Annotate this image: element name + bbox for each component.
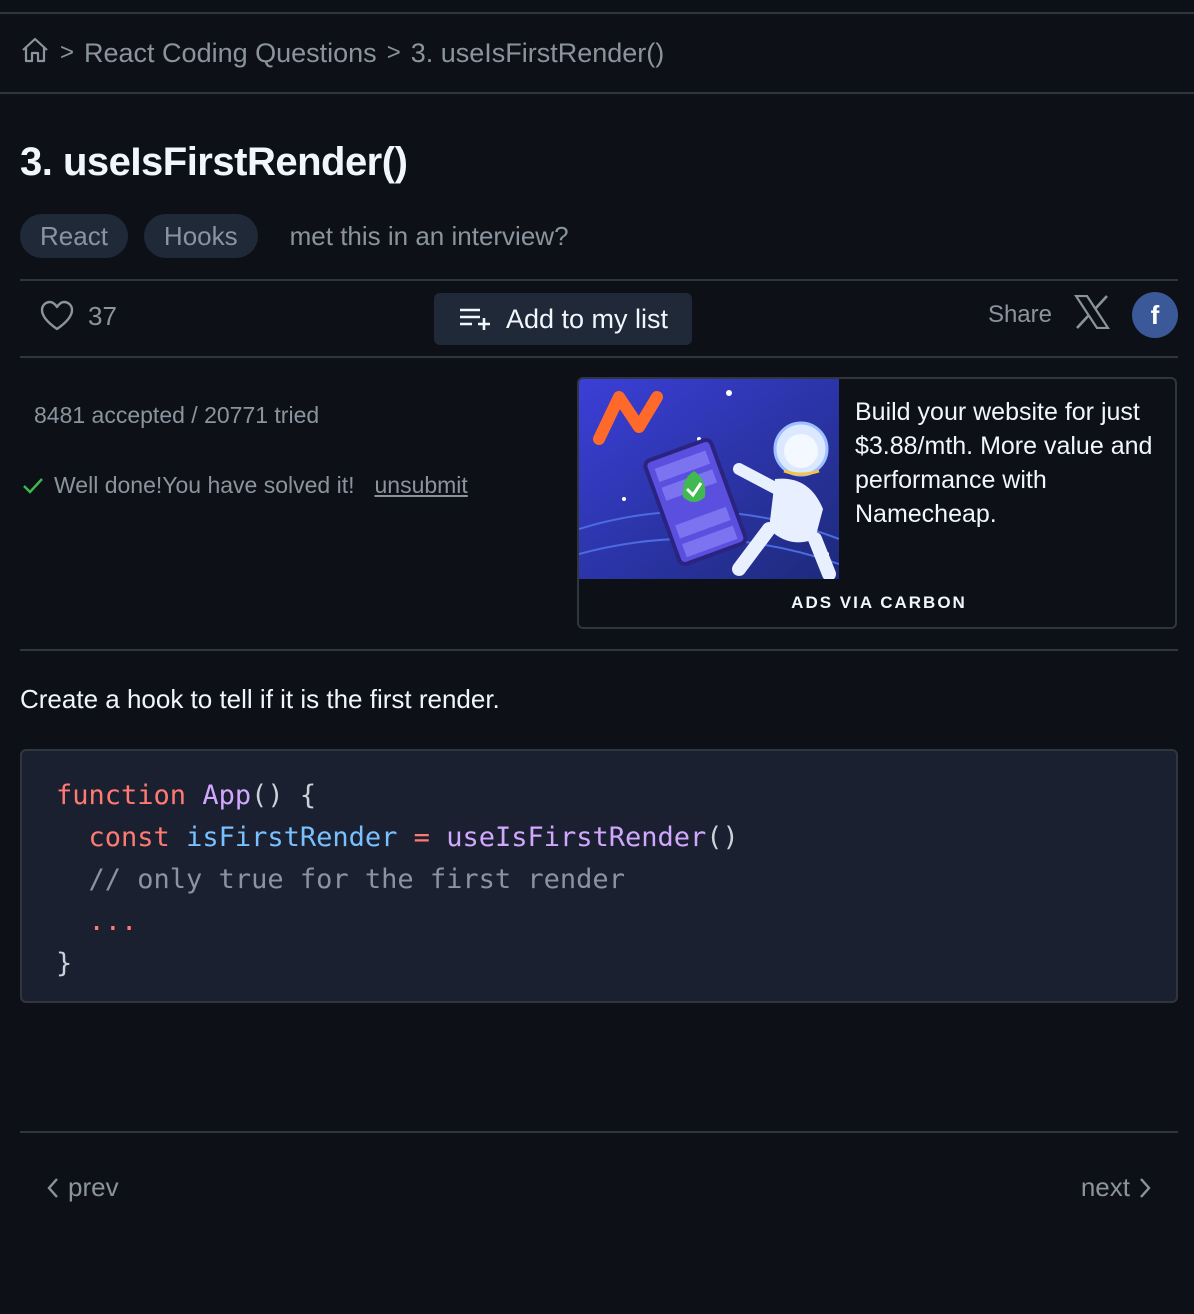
divider xyxy=(20,649,1178,651)
home-icon[interactable] xyxy=(20,36,50,71)
divider xyxy=(20,1131,1178,1133)
met-in-interview-link[interactable]: met this in an interview? xyxy=(290,221,569,252)
top-divider xyxy=(0,12,1194,14)
code-function-name: App xyxy=(202,780,252,811)
unsubmit-link[interactable]: unsubmit xyxy=(374,472,467,499)
add-to-list-label: Add to my list xyxy=(505,303,669,334)
ad-image[interactable] xyxy=(579,379,839,579)
heart-icon xyxy=(40,300,74,331)
tag-hooks[interactable]: Hooks xyxy=(143,214,258,258)
code-keyword: const xyxy=(88,822,170,853)
chevron-right-icon xyxy=(1140,1177,1151,1198)
check-icon xyxy=(23,477,43,494)
tag-list: React Hooks met this in an interview? xyxy=(20,214,569,258)
breadcrumb: > React Coding Questions > 3. useIsFirst… xyxy=(20,28,664,78)
breadcrumb-divider xyxy=(0,92,1194,94)
divider xyxy=(20,356,1178,358)
code-keyword: function xyxy=(56,780,187,811)
next-link[interactable]: next xyxy=(1081,1172,1152,1203)
share-group: Share f xyxy=(988,292,1178,338)
divider xyxy=(20,279,1178,281)
next-label: next xyxy=(1080,1172,1130,1202)
accepted-stats: 8481 accepted / 20771 tried xyxy=(34,402,320,428)
code-punct: () { xyxy=(251,780,317,811)
playlist-add-icon xyxy=(459,308,490,330)
add-to-list-button[interactable]: Add to my list xyxy=(434,293,692,345)
page-title: 3. useIsFirstRender() xyxy=(20,140,408,184)
breadcrumb-section-link[interactable]: React Coding Questions xyxy=(84,38,377,69)
code-variable: isFirstRender xyxy=(186,822,398,853)
facebook-icon[interactable]: f xyxy=(1132,292,1178,338)
solved-status: Well done!You have solved it! unsubmit xyxy=(22,472,468,499)
x-twitter-icon[interactable] xyxy=(1073,294,1111,336)
code-punct: () xyxy=(706,822,739,853)
breadcrumb-separator: > xyxy=(60,39,75,66)
breadcrumb-separator: > xyxy=(386,39,401,66)
share-label: Share xyxy=(987,301,1052,328)
question-description: Create a hook to tell if it is the first… xyxy=(20,684,500,714)
chevron-left-icon xyxy=(47,1177,58,1198)
prev-label: prev xyxy=(68,1172,119,1202)
like-count: 37 xyxy=(88,300,117,331)
code-ellipsis: ... xyxy=(88,906,138,937)
code-comment: // only true for the first render xyxy=(88,864,625,895)
code-function-call: useIsFirstRender xyxy=(446,822,707,853)
carbon-ad[interactable]: Build your website for just $3.88/mth. M… xyxy=(577,377,1177,629)
code-operator: = xyxy=(413,822,430,853)
breadcrumb-current: 3. useIsFirstRender() xyxy=(410,37,665,68)
ads-via-carbon-link[interactable]: ADS VIA CARBON xyxy=(579,593,1175,613)
ad-text[interactable]: Build your website for just $3.88/mth. M… xyxy=(855,395,1155,531)
prev-link[interactable]: prev xyxy=(46,1172,119,1203)
code-punct: } xyxy=(56,948,73,979)
tag-react[interactable]: React xyxy=(20,214,128,258)
code-block: function App() { const isFirstRender = u… xyxy=(20,749,1178,1003)
like-button[interactable]: 37 xyxy=(40,300,117,332)
solved-message: Well done!You have solved it! xyxy=(54,472,355,498)
